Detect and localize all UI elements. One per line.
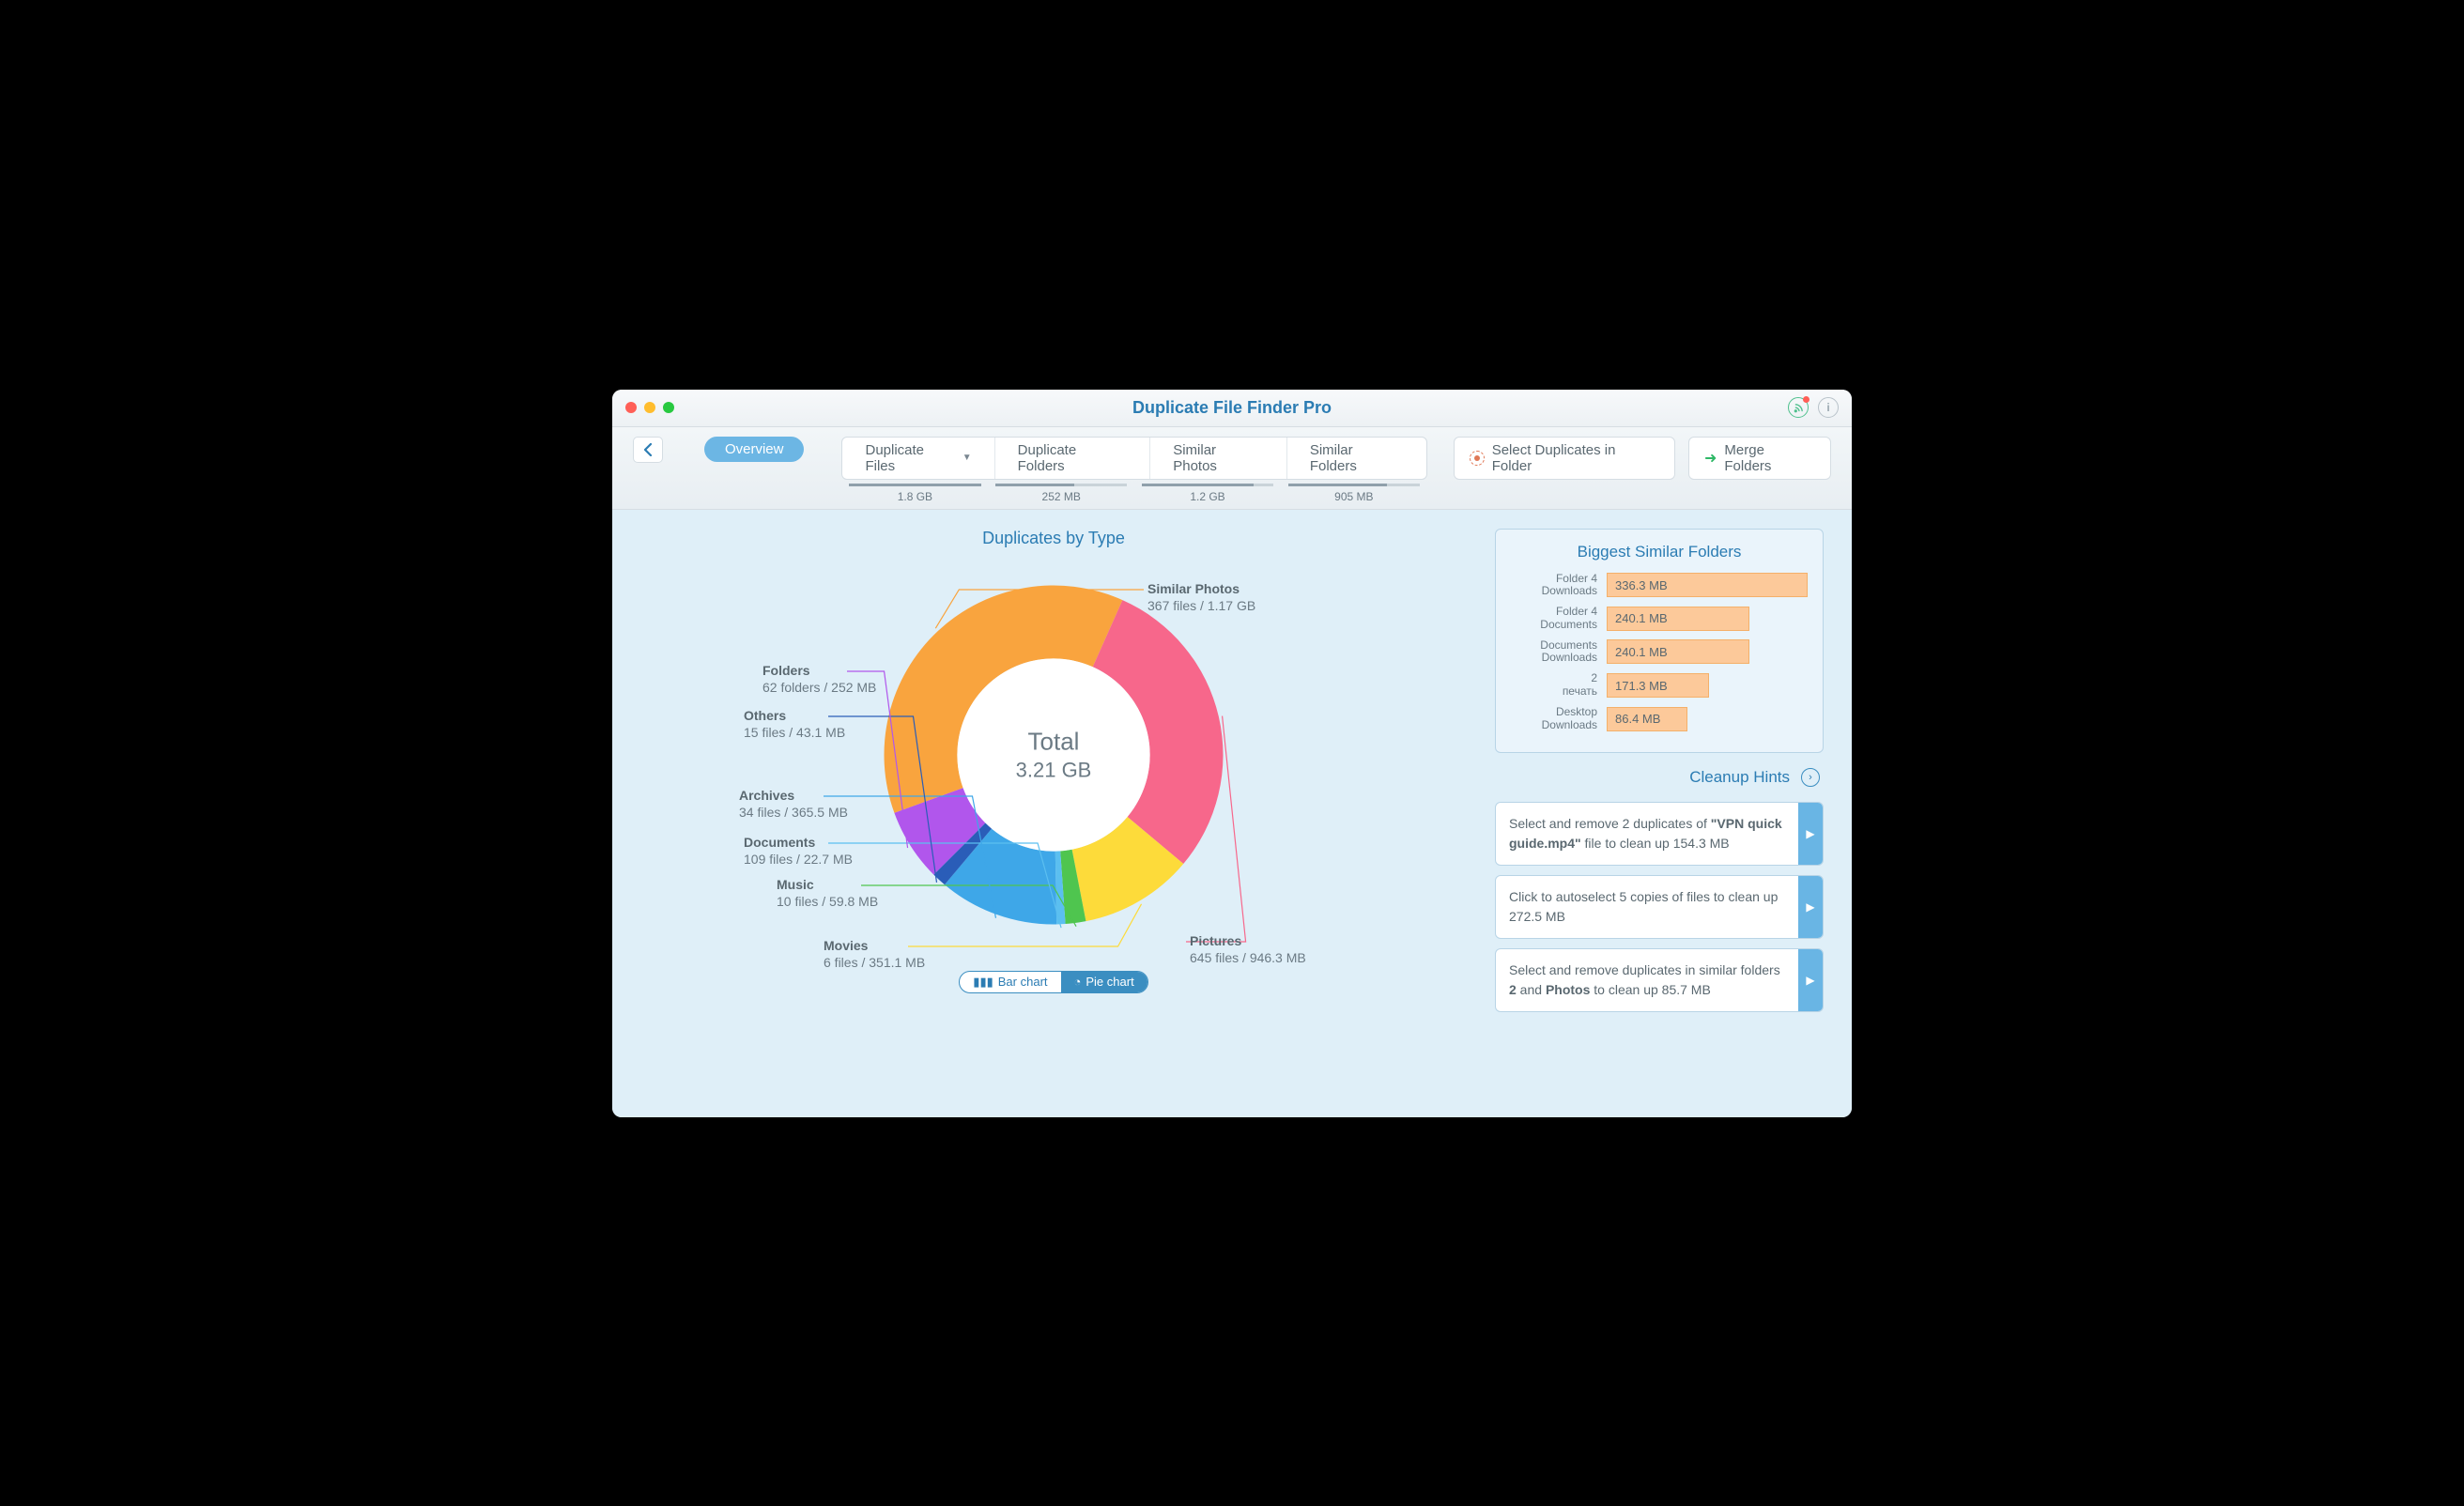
hint-text: Select and remove duplicates in similar …	[1496, 949, 1798, 1011]
slice-label-others[interactable]: Others15 files / 43.1 MB	[744, 707, 845, 741]
biggest-folders-title: Biggest Similar Folders	[1511, 543, 1808, 561]
slice-label-similar-photos[interactable]: Similar Photos367 files / 1.17 GB	[1147, 580, 1255, 614]
hint-go-icon[interactable]: ▶	[1798, 876, 1823, 938]
tab-duplicate-folders[interactable]: Duplicate Folders	[995, 438, 1151, 479]
hint-text: Click to autoselect 5 copies of files to…	[1496, 876, 1798, 938]
bar-chart-button[interactable]: ▮▮▮ Bar chart	[960, 972, 1060, 992]
tab-similar-folders[interactable]: Similar Folders	[1287, 438, 1426, 479]
hints-next-icon[interactable]: ›	[1801, 768, 1820, 787]
app-window: Duplicate File Finder Pro i Overview Dup…	[612, 390, 1852, 1117]
hint-card[interactable]: Click to autoselect 5 copies of files to…	[1495, 875, 1824, 939]
folder-pair: DocumentsDownloads	[1511, 639, 1597, 666]
folder-row[interactable]: 2печать 171.3 MB	[1511, 672, 1808, 699]
donut-chart[interactable]: Total 3.21 GB	[875, 576, 1232, 933]
merge-folders-button[interactable]: ➜ Merge Folders	[1688, 437, 1831, 480]
folder-row[interactable]: Folder 4Documents 240.1 MB	[1511, 606, 1808, 632]
folder-size-bar: 171.3 MB	[1607, 673, 1808, 698]
activity-icon[interactable]	[1788, 397, 1809, 418]
back-button[interactable]	[633, 437, 663, 463]
toolbar: Overview Duplicate Files ▼Duplicate Fold…	[612, 427, 1852, 510]
slice-label-music[interactable]: Music10 files / 59.8 MB	[777, 876, 878, 910]
hint-card[interactable]: Select and remove duplicates in similar …	[1495, 948, 1824, 1012]
folder-row[interactable]: DocumentsDownloads 240.1 MB	[1511, 639, 1808, 666]
folder-size-bar: 86.4 MB	[1607, 707, 1808, 731]
folder-size-bar: 240.1 MB	[1607, 639, 1808, 664]
hint-text: Select and remove 2 duplicates of "VPN q…	[1496, 803, 1798, 865]
chart-title: Duplicates by Type	[640, 529, 1467, 548]
folder-pair: 2печать	[1511, 672, 1597, 699]
slice-label-pictures[interactable]: Pictures645 files / 946.3 MB	[1190, 932, 1306, 966]
chart-area: Duplicates by Type Total 3.21 GB ▮▮▮ Bar…	[640, 529, 1467, 1099]
folder-size-bar: 240.1 MB	[1607, 607, 1808, 631]
select-duplicates-button[interactable]: Select Duplicates in Folder	[1454, 437, 1675, 480]
slice-label-documents[interactable]: Documents109 files / 22.7 MB	[744, 834, 853, 868]
main-content: Duplicates by Type Total 3.21 GB ▮▮▮ Bar…	[612, 510, 1852, 1117]
sidebar: Biggest Similar Folders Folder 4Download…	[1495, 529, 1824, 1099]
folder-pair: Folder 4Documents	[1511, 606, 1597, 632]
hint-card[interactable]: Select and remove 2 duplicates of "VPN q…	[1495, 802, 1824, 866]
overview-tab[interactable]: Overview	[704, 437, 805, 462]
slice-label-archives[interactable]: Archives34 files / 365.5 MB	[739, 787, 848, 821]
chart-center: Total 3.21 GB	[1016, 727, 1092, 782]
chart-type-switch: ▮▮▮ Bar chart ◔ Pie chart	[640, 971, 1467, 993]
pie-chart-button[interactable]: ◔ Pie chart	[1061, 972, 1147, 992]
chevron-down-icon: ▼	[962, 453, 972, 463]
folder-pair: Folder 4Downloads	[1511, 573, 1597, 599]
center-label: Total	[1016, 727, 1092, 756]
bar-icon: ▮▮▮	[973, 975, 993, 990]
titlebar: Duplicate File Finder Pro i	[612, 390, 1852, 427]
select-duplicates-label: Select Duplicates in Folder	[1492, 442, 1659, 474]
tab-size-bar: 905 MB	[1281, 484, 1427, 503]
category-tabs: Duplicate Files ▼Duplicate FoldersSimila…	[841, 437, 1426, 503]
merge-folders-label: Merge Folders	[1724, 442, 1815, 474]
tab-size-bar: 252 MB	[988, 484, 1134, 503]
merge-icon: ➜	[1704, 449, 1717, 468]
hints-title: Cleanup Hints	[1689, 768, 1790, 787]
pie-icon: ◔	[1074, 975, 1082, 989]
tab-size-bar: 1.2 GB	[1134, 484, 1281, 503]
hint-go-icon[interactable]: ▶	[1798, 949, 1823, 1011]
folder-pair: DesktopDownloads	[1511, 706, 1597, 732]
biggest-folders-panel: Biggest Similar Folders Folder 4Download…	[1495, 529, 1824, 754]
center-value: 3.21 GB	[1016, 758, 1092, 782]
folder-row[interactable]: DesktopDownloads 86.4 MB	[1511, 706, 1808, 732]
hints-header: Cleanup Hints ›	[1495, 768, 1824, 787]
folder-row[interactable]: Folder 4Downloads 336.3 MB	[1511, 573, 1808, 599]
tab-similar-photos[interactable]: Similar Photos	[1150, 438, 1287, 479]
slice-label-movies[interactable]: Movies6 files / 351.1 MB	[824, 937, 925, 971]
slice-label-folders[interactable]: Folders62 folders / 252 MB	[762, 662, 876, 696]
info-icon[interactable]: i	[1818, 397, 1839, 418]
hint-go-icon[interactable]: ▶	[1798, 803, 1823, 865]
target-icon	[1470, 451, 1485, 466]
tab-duplicate-files[interactable]: Duplicate Files ▼	[842, 438, 994, 479]
window-title: Duplicate File Finder Pro	[612, 398, 1852, 418]
folder-size-bar: 336.3 MB	[1607, 573, 1808, 597]
tab-size-bar: 1.8 GB	[841, 484, 988, 503]
